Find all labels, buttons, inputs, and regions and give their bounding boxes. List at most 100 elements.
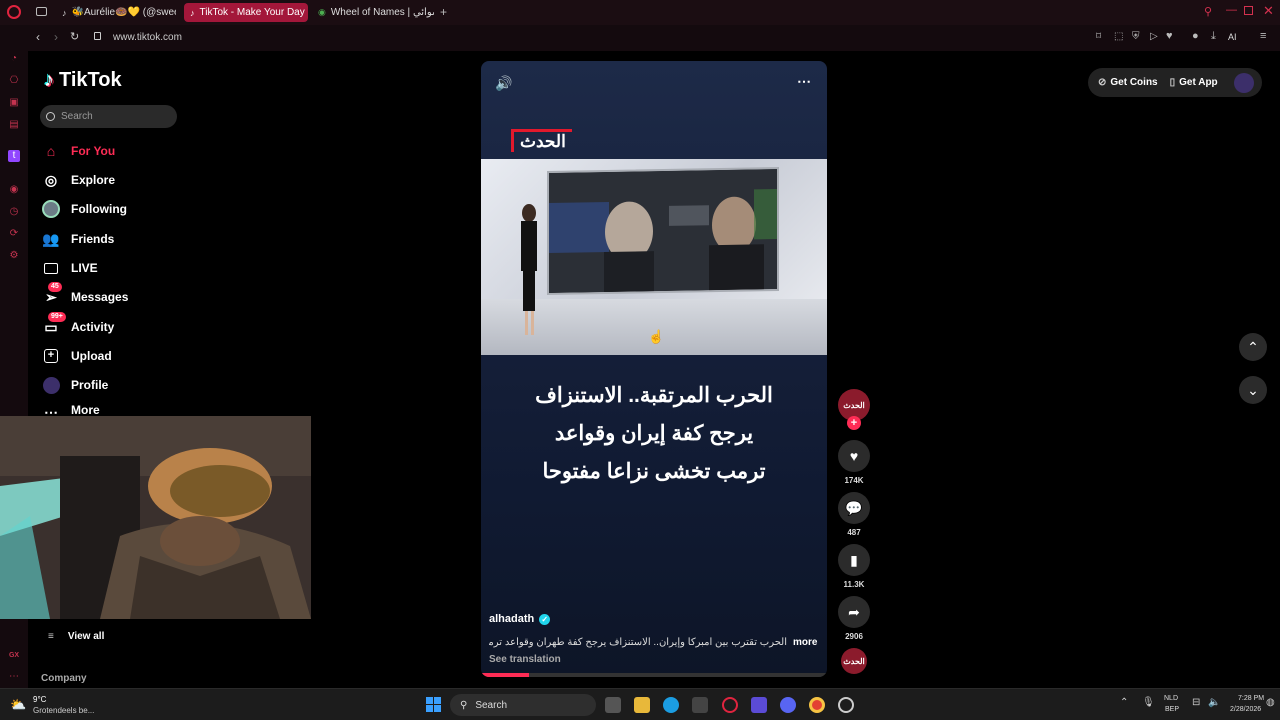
nav-label: Friends <box>71 232 115 246</box>
news-icon[interactable]: ▤ <box>8 119 20 131</box>
menu-icon[interactable]: ≡ <box>1260 30 1266 42</box>
forward-icon[interactable]: › <box>54 30 58 44</box>
see-translation-link[interactable]: See translation <box>489 654 561 665</box>
comment-button[interactable]: 💬 487 <box>838 492 870 537</box>
minimize-button[interactable]: — <box>1226 4 1237 16</box>
clock-time[interactable]: 7:28 PM <box>1238 695 1264 702</box>
tab-label: Wheel of Names | العشوائي <box>330 7 434 18</box>
sidebar-more-icon[interactable]: ⋯ <box>8 671 20 683</box>
nav-messages[interactable]: ➢ 45 Messages <box>42 282 128 308</box>
nav-more[interactable]: ⋯ More <box>42 403 100 415</box>
sound-avatar[interactable]: الحدث <box>838 648 870 674</box>
author-name[interactable]: alhadath ✓ <box>489 613 551 625</box>
video-more-options-icon[interactable]: ⋯ <box>797 73 811 90</box>
nav-following[interactable]: Following <box>42 198 127 220</box>
profile-icon[interactable]: ● <box>1192 30 1199 42</box>
adblock-icon[interactable]: ⛨ <box>1132 31 1140 42</box>
language-line1[interactable]: NLD <box>1164 695 1178 702</box>
video-progress-bar[interactable] <box>481 673 827 677</box>
list-icon: ≡ <box>48 631 54 642</box>
bag-icon[interactable]: ⎔ <box>8 75 20 87</box>
flow-icon[interactable]: ⟳ <box>8 228 20 240</box>
weather-icon[interactable]: ⛅ <box>10 697 26 713</box>
like-button[interactable]: ♥ 174K <box>838 440 870 485</box>
back-icon[interactable]: ‹ <box>36 30 40 44</box>
close-window-button[interactable]: ✕ <box>1263 3 1274 19</box>
volume-tray-icon[interactable]: 🔈 <box>1208 697 1220 708</box>
store-icon[interactable] <box>692 697 708 713</box>
creator-avatar[interactable]: الحدث + <box>838 389 870 430</box>
start-icon[interactable] <box>426 697 441 712</box>
messenger-icon[interactable]: ▣ <box>8 97 20 109</box>
next-video-button[interactable]: ⌄ <box>1239 376 1267 404</box>
tab-wheel-of-names[interactable]: ◉ Wheel of Names | العشوائي <box>312 3 434 22</box>
aria-icon[interactable]: ◔ <box>8 53 20 65</box>
video-player[interactable]: 🔊 ⋯ الحدث الحرب المرتقبة.. الاستنزاف يرج… <box>481 61 827 677</box>
snapshot-icon[interactable]: ⬚ <box>1114 31 1123 42</box>
language-line2[interactable]: BEP <box>1165 706 1179 713</box>
company-link[interactable]: Company <box>41 673 87 684</box>
twitch-icon[interactable]: t <box>8 150 20 162</box>
tiktok-logo[interactable]: ♪ TikTok <box>44 69 122 92</box>
task-view-icon[interactable] <box>605 697 621 713</box>
url-field[interactable]: www.tiktok.com <box>113 32 182 43</box>
tiktok-icon: ♪ <box>62 7 67 18</box>
nav-activity[interactable]: ▭ 99+ Activity <box>42 312 114 338</box>
edge-icon[interactable] <box>663 697 679 713</box>
download-icon[interactable]: ⤓ <box>1211 30 1216 43</box>
user-avatar[interactable] <box>1233 72 1254 93</box>
reload-icon[interactable]: ↻ <box>70 30 79 43</box>
taskbar-search[interactable]: ⚲ Search <box>450 694 596 716</box>
tab-tiktok[interactable]: ♪ TikTok - Make Your Day <box>184 3 308 22</box>
aria-ai-button[interactable]: AI <box>1228 32 1237 42</box>
screen-image <box>549 169 777 293</box>
player-sidebar-icon[interactable]: ◉ <box>8 184 20 196</box>
nav-label: Explore <box>71 173 116 187</box>
microphone-icon[interactable]: 🎙 <box>1142 697 1155 708</box>
nav-label: LIVE <box>71 261 98 275</box>
opera-logo-icon[interactable] <box>7 5 21 19</box>
file-explorer-icon[interactable] <box>634 697 650 713</box>
gx-icon[interactable]: GX <box>8 650 20 662</box>
restore-button[interactable] <box>1244 6 1253 15</box>
clock-date[interactable]: 2/28/2026 <box>1230 706 1261 713</box>
chrome-icon[interactable] <box>809 697 825 713</box>
volume-icon[interactable]: 🔊 <box>495 75 512 92</box>
heart-icon[interactable]: ♥ <box>1166 30 1173 42</box>
get-coins-button[interactable]: ⊘ Get Coins <box>1098 77 1158 88</box>
channel-brand-logo: الحدث <box>511 129 572 152</box>
share-button[interactable]: ➦ 2906 <box>838 596 870 641</box>
network-icon[interactable]: ⊟ <box>1192 697 1200 708</box>
history-icon[interactable]: ◷ <box>8 206 20 218</box>
follow-plus-button[interactable]: + <box>847 416 861 430</box>
workspaces-icon[interactable] <box>36 7 47 16</box>
notifications-icon[interactable]: ◍ <box>1266 697 1275 708</box>
save-button[interactable]: ▮ 11.3K <box>838 544 870 589</box>
tab-label: 🐝Aurélie🍩💛 (@sweety <box>71 7 177 18</box>
nav-profile[interactable]: Profile <box>42 374 108 396</box>
get-app-button[interactable]: ▯ Get App <box>1170 77 1218 88</box>
bookmark-icon[interactable]: ⌑ <box>1096 31 1101 42</box>
tray-overflow-icon[interactable]: ⌃ <box>1120 697 1128 708</box>
vscode-icon[interactable] <box>751 697 767 713</box>
app-icon[interactable] <box>838 697 854 713</box>
player-icon[interactable]: ▷ <box>1150 31 1158 42</box>
new-tab-button[interactable]: + <box>440 5 447 19</box>
opera-gx-icon[interactable] <box>722 697 738 713</box>
nav-for-you[interactable]: ⌂ For You <box>42 140 115 162</box>
nav-friends[interactable]: 👥 Friends <box>42 228 114 250</box>
nav-explore[interactable]: ◎ Explore <box>42 169 115 191</box>
view-all-link[interactable]: ≡ View all <box>48 631 104 642</box>
tab-search-icon[interactable]: ⚲ <box>1204 5 1212 18</box>
tab-aurelie[interactable]: ♪ 🐝Aurélie🍩💛 (@sweety <box>56 3 176 22</box>
previous-video-button[interactable]: ⌃ <box>1239 333 1267 361</box>
search-input[interactable]: Search <box>40 105 177 128</box>
wheel-icon: ◉ <box>318 7 326 17</box>
video-progress-fill <box>481 673 530 677</box>
settings-icon[interactable]: ⚙ <box>8 250 20 262</box>
discord-icon[interactable] <box>780 697 796 713</box>
nav-live[interactable]: LIVE <box>42 257 98 279</box>
nav-upload[interactable]: + Upload <box>42 345 112 367</box>
following-avatar-icon <box>42 200 60 218</box>
caption-more-button[interactable]: more <box>793 637 817 648</box>
